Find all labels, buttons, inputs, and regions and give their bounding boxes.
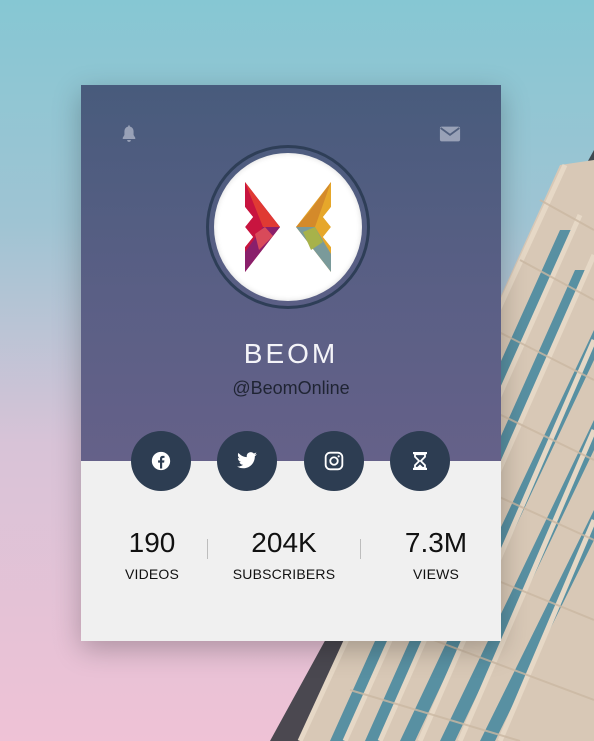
stats-divider [360,539,361,559]
stat-label: VIEWS [412,566,460,582]
avatar-image [214,153,362,301]
envelope-icon[interactable] [437,121,463,147]
stat-subscribers: 204K SUBSCRIBERS [214,527,354,582]
bell-icon[interactable] [116,121,142,147]
twitter-icon [237,452,257,469]
twitter-button[interactable] [217,431,277,491]
stat-videos: 190 VIDEOS [82,527,222,582]
stat-views: 7.3M VIEWS [366,527,506,582]
channel-stats: 190 VIDEOS 204K SUBSCRIBERS 7.3M VIEWS [81,527,501,597]
stat-value: 204K [251,527,317,558]
instagram-button[interactable] [304,431,364,491]
hourglass-button[interactable] [390,431,450,491]
profile-name: BEOM [243,338,339,369]
stat-label: VIDEOS [124,566,180,582]
hourglass-icon [413,452,427,470]
stat-value: 7.3M [404,527,468,558]
stats-divider [207,539,208,559]
facebook-button[interactable] [131,431,191,491]
instagram-icon [324,451,344,471]
stat-label: SUBSCRIBERS [232,566,336,582]
profile-handle: @BeomOnline [232,378,350,398]
facebook-icon [151,451,171,471]
avatar[interactable] [206,145,370,309]
stat-value: 190 [128,527,176,558]
profile-card: BEOM @BeomOnline 190 VIDEOS 204K SUBSCRI… [81,85,501,641]
beom-logo-icon [245,182,331,272]
